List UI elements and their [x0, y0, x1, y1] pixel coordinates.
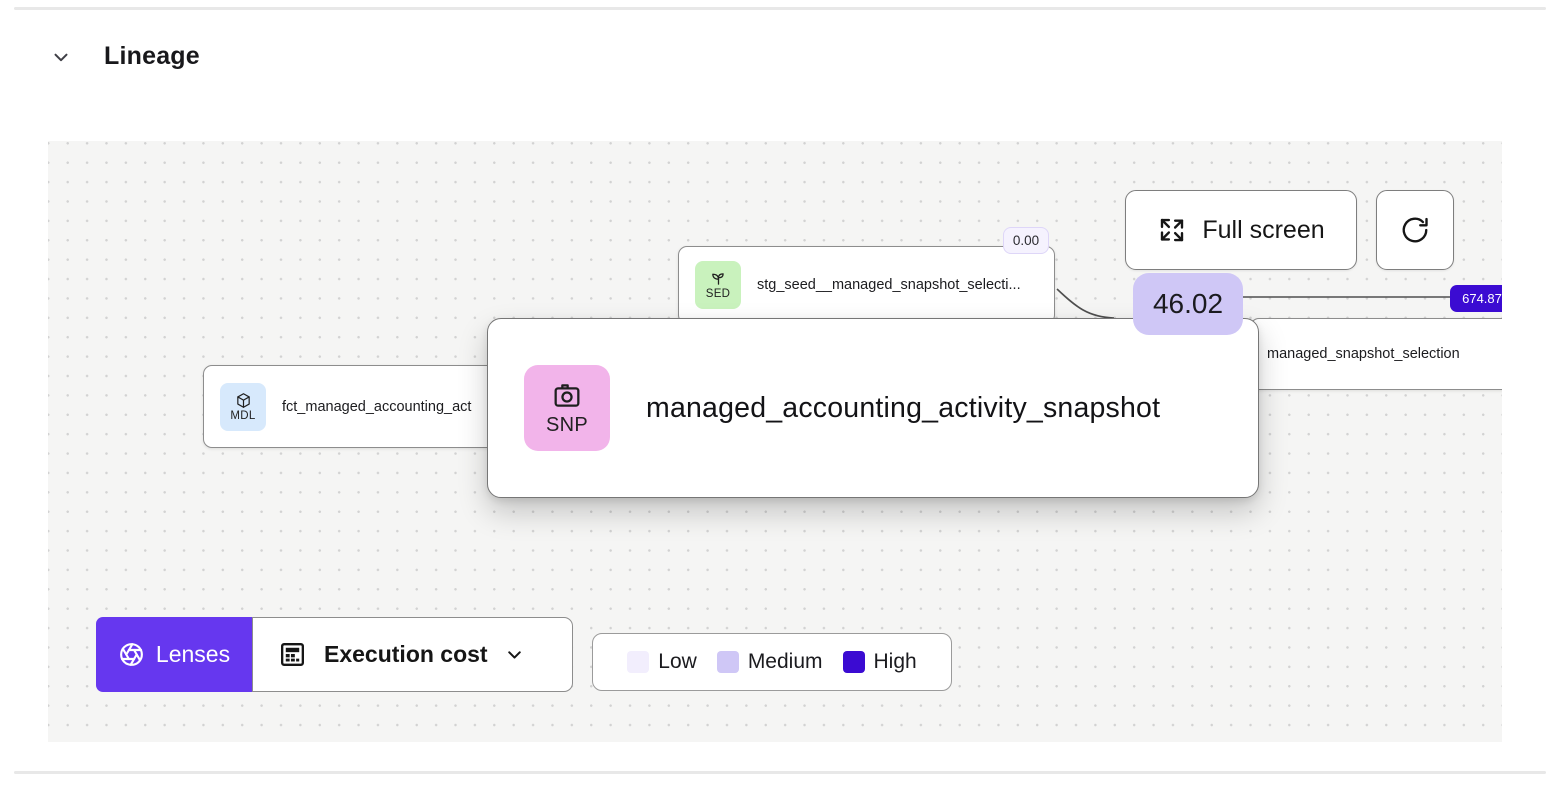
node-snapshot-focused[interactable]: SNP managed_accounting_activity_snapshot — [487, 318, 1259, 498]
cost-badge-high: 674.87 — [1450, 285, 1502, 312]
canvas-toolbar: Full screen — [1125, 190, 1454, 270]
refresh-button[interactable] — [1376, 190, 1454, 270]
lenses-control: Lenses Execution cost — [96, 617, 573, 692]
calculator-icon — [277, 639, 308, 670]
cost-badge-medium: 46.02 — [1133, 273, 1243, 335]
legend-swatch-high — [842, 651, 865, 673]
lenses-label: Lenses — [155, 641, 231, 667]
page-title: Lineage — [104, 42, 200, 70]
camera-icon — [551, 379, 583, 411]
lens-type-dropdown[interactable]: Execution cost — [252, 617, 573, 692]
cost-badge-low: 0.00 — [1003, 227, 1049, 254]
aperture-icon — [118, 641, 145, 668]
node-type-label: SNP — [545, 414, 589, 436]
node-name: stg_seed__managed_snapshot_selecti... — [757, 277, 1021, 293]
lineage-canvas[interactable]: SED stg_seed__managed_snapshot_selecti..… — [48, 141, 1502, 742]
legend-item-low: Low — [627, 650, 697, 674]
seed-type-badge: SED — [695, 261, 741, 309]
cost-legend: Low Medium High — [592, 633, 952, 691]
chevron-down-icon — [504, 644, 525, 665]
selected-lens-label: Execution cost — [324, 641, 488, 667]
snapshot-type-badge: SNP — [524, 365, 610, 451]
lineage-section-header: Lineage — [48, 42, 200, 71]
node-type-label: SED — [705, 288, 731, 300]
collapse-section-button[interactable] — [48, 44, 74, 70]
full-screen-label: Full screen — [1202, 215, 1325, 244]
legend-swatch-medium — [716, 651, 739, 673]
lenses-button[interactable]: Lenses — [96, 617, 252, 692]
cube-icon — [235, 392, 252, 409]
expand-arrows-icon — [1157, 215, 1187, 245]
legend-swatch-low — [627, 651, 650, 673]
top-divider — [14, 7, 1546, 10]
sprout-icon — [710, 270, 727, 287]
model-type-badge: MDL — [220, 382, 266, 431]
legend-label: High — [873, 650, 917, 673]
node-selection[interactable]: managed_snapshot_selection — [1250, 318, 1502, 390]
node-name: managed_accounting_activity_snapshot — [646, 391, 1161, 424]
node-name: fct_managed_accounting_act — [282, 398, 472, 415]
bottom-divider — [14, 771, 1546, 774]
full-screen-button[interactable]: Full screen — [1125, 190, 1357, 270]
legend-item-medium: Medium — [716, 650, 823, 674]
node-type-label: MDL — [230, 409, 256, 422]
rotate-clockwise-icon — [1400, 215, 1430, 245]
node-seed[interactable]: SED stg_seed__managed_snapshot_selecti..… — [678, 246, 1055, 324]
node-name: managed_snapshot_selection — [1267, 346, 1460, 362]
legend-label: Low — [658, 650, 697, 673]
legend-item-high: High — [842, 650, 917, 674]
chevron-down-icon — [50, 46, 72, 68]
legend-label: Medium — [747, 650, 823, 673]
